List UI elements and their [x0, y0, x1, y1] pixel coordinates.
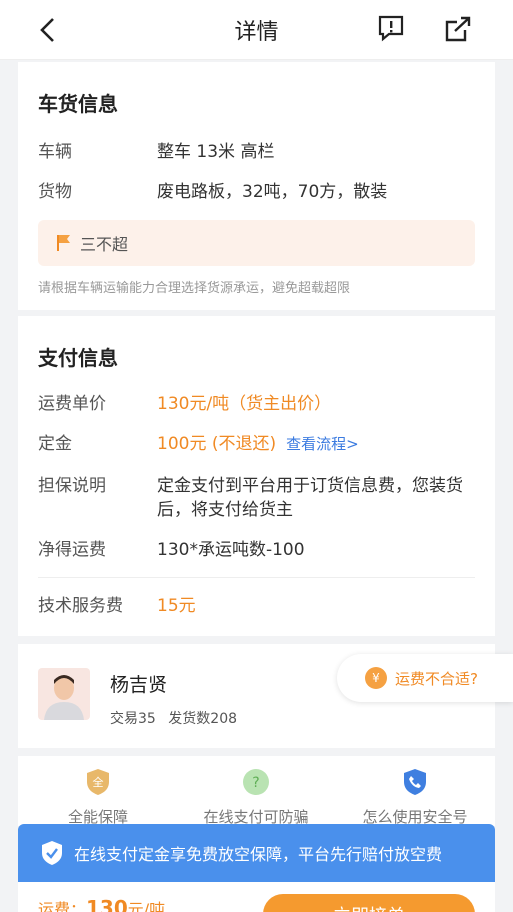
service-fee-row: 技术服务费 15元: [38, 594, 475, 618]
net-label: 净得运费: [38, 540, 106, 560]
unit-price-label: 运费单价: [38, 394, 106, 414]
net-value: 130*承运吨数-100: [157, 540, 305, 560]
divider: [38, 577, 475, 578]
svg-text:全: 全: [93, 775, 104, 789]
view-process-link[interactable]: 查看流程>: [286, 432, 359, 456]
deposit-value: 100元 (不退还): [157, 434, 277, 454]
feature-strip: 全 全能保障 ? 在线支付可防骗 怎么使用安全号: [18, 756, 495, 826]
net-freight-row: 净得运费 130*承运吨数-100: [38, 538, 475, 562]
banner-text: 在线支付定金享免费放空保障，平台先行赔付放空费: [74, 845, 443, 864]
vehicle-value: 整车 13米 高栏: [157, 142, 275, 162]
page-title: 详情: [234, 19, 279, 45]
accept-order-button[interactable]: 立即接单: [263, 894, 475, 912]
freight-price: 运费：130元/吨: [38, 896, 165, 912]
shield-icon: 全: [87, 769, 109, 795]
vehicle-label: 车辆: [38, 142, 72, 162]
guarantee-row: 担保说明 定金支付到平台用于订货信息费，您装货后，将支付给货主: [38, 474, 475, 522]
freight-unsuitable-button[interactable]: ¥ 运费不合适?: [337, 654, 513, 702]
flag-icon: [57, 235, 70, 251]
question-icon: ?: [243, 769, 269, 795]
section-title: 车货信息: [38, 92, 118, 116]
trade-count: 交易35: [110, 711, 156, 727]
bottom-bar: 运费：130元/吨 立即接单: [18, 882, 495, 912]
top-bar: 详情: [0, 0, 513, 60]
service-fee-value: 15元: [157, 596, 196, 616]
shipper-name: 杨吉贤: [110, 674, 168, 696]
report-icon[interactable]: [377, 14, 405, 42]
freight-unit: 元/吨: [127, 900, 166, 912]
shipper-stats: 交易35 发货数208: [110, 708, 245, 728]
deposit-label: 定金: [38, 434, 72, 454]
freight-unsuitable-label: 运费不合适?: [395, 669, 478, 688]
goods-label: 货物: [38, 182, 72, 202]
three-no-exceed-tag: 三不超: [38, 220, 475, 266]
guarantee-label: 担保说明: [38, 476, 106, 496]
share-icon[interactable]: [443, 14, 473, 44]
unit-price-row: 运费单价 130元/吨（货主出价）: [38, 392, 475, 416]
unit-price-value: 130元/吨（货主出价）: [157, 394, 332, 414]
freight-value: 130: [86, 896, 128, 912]
shield-check-icon: [42, 841, 62, 865]
load-hint: 请根据车辆运输能力合理选择货源承运，避免超载超限: [38, 281, 351, 296]
section-title: 支付信息: [38, 346, 118, 370]
avatar: [38, 668, 90, 720]
svg-text:?: ?: [252, 775, 259, 791]
vehicle-row: 车辆 整车 13米 高栏: [38, 140, 475, 164]
deposit-row: 定金 100元 (不退还) 查看流程>: [38, 432, 475, 456]
guarantee-value: 定金支付到平台用于订货信息费，您装货后，将支付给货主: [157, 476, 463, 520]
service-fee-label: 技术服务费: [38, 596, 123, 616]
shipment-count: 发货数208: [168, 711, 238, 727]
phone-icon: [404, 769, 426, 795]
guarantee-banner[interactable]: 在线支付定金享免费放空保障，平台先行赔付放空费: [18, 824, 495, 882]
cargo-info-card: 车货信息 车辆 整车 13米 高栏 货物 废电路板，32吨，70方，散装 三不超…: [18, 62, 495, 310]
feature-all-round-protection[interactable]: 全 全能保障: [18, 768, 178, 827]
back-icon[interactable]: [34, 14, 64, 46]
payment-info-card: 支付信息 运费单价 130元/吨（货主出价） 定金 100元 (不退还) 查看流…: [18, 316, 495, 636]
yen-icon: ¥: [365, 667, 387, 689]
person-icon: [44, 675, 84, 720]
goods-row: 货物 废电路板，32吨，70方，散装: [38, 180, 475, 204]
freight-label: 运费：: [38, 900, 87, 912]
feature-safe-number[interactable]: 怎么使用安全号: [335, 768, 495, 827]
goods-value: 废电路板，32吨，70方，散装: [157, 182, 388, 202]
feature-online-pay[interactable]: ? 在线支付可防骗: [176, 768, 336, 827]
tag-label: 三不超: [80, 235, 129, 254]
